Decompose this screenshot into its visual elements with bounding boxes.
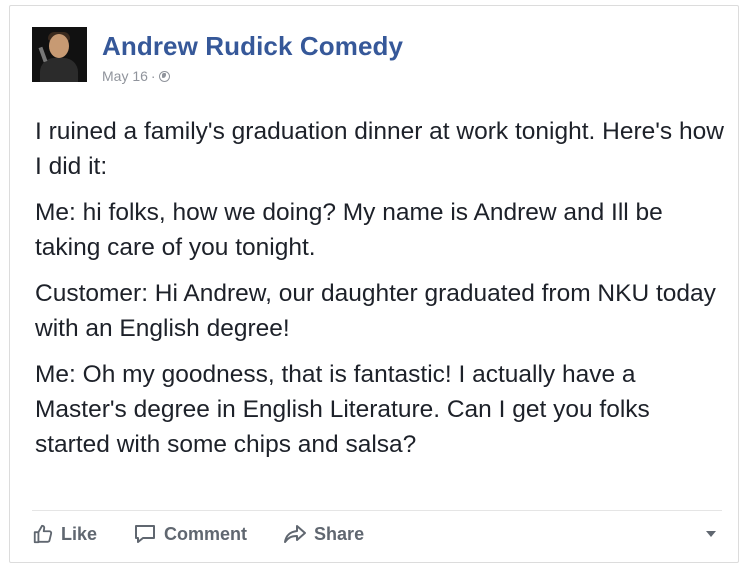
post-meta: Andrew Rudick Comedy May 16 · (102, 31, 403, 84)
share-arrow-icon (284, 525, 307, 543)
comment-button[interactable]: Comment (133, 523, 247, 545)
like-button[interactable]: Like (32, 523, 97, 545)
comment-bubble-icon (135, 525, 156, 543)
post-body: I ruined a family's graduation dinner at… (35, 114, 725, 473)
like-label: Like (61, 523, 98, 544)
post-timestamp[interactable]: May 16 (102, 68, 148, 84)
comment-label: Comment (164, 523, 248, 544)
facebook-post: Andrew Rudick Comedy May 16 · I ruined a… (9, 5, 739, 563)
thumbs-up-icon (33, 524, 53, 544)
globe-icon[interactable] (158, 70, 170, 82)
action-bar: Like Comment Share (32, 520, 722, 548)
timestamp-row: May 16 · (102, 68, 403, 84)
action-divider (32, 510, 722, 511)
avatar[interactable] (32, 27, 87, 82)
post-paragraph: Me: hi folks, how we doing? My name is A… (35, 199, 663, 261)
chevron-down-icon[interactable] (706, 531, 716, 537)
author-name-link[interactable]: Andrew Rudick Comedy (102, 31, 403, 61)
share-label: Share (314, 523, 365, 544)
post-header: Andrew Rudick Comedy May 16 · (32, 27, 403, 84)
post-paragraph: I ruined a family's graduation dinner at… (35, 118, 724, 180)
meta-separator: · (150, 68, 156, 84)
share-button[interactable]: Share (283, 523, 364, 545)
post-paragraph: Me: Oh my goodness, that is fantastic! I… (35, 361, 650, 458)
post-paragraph: Customer: Hi Andrew, our daughter gradua… (35, 280, 716, 342)
